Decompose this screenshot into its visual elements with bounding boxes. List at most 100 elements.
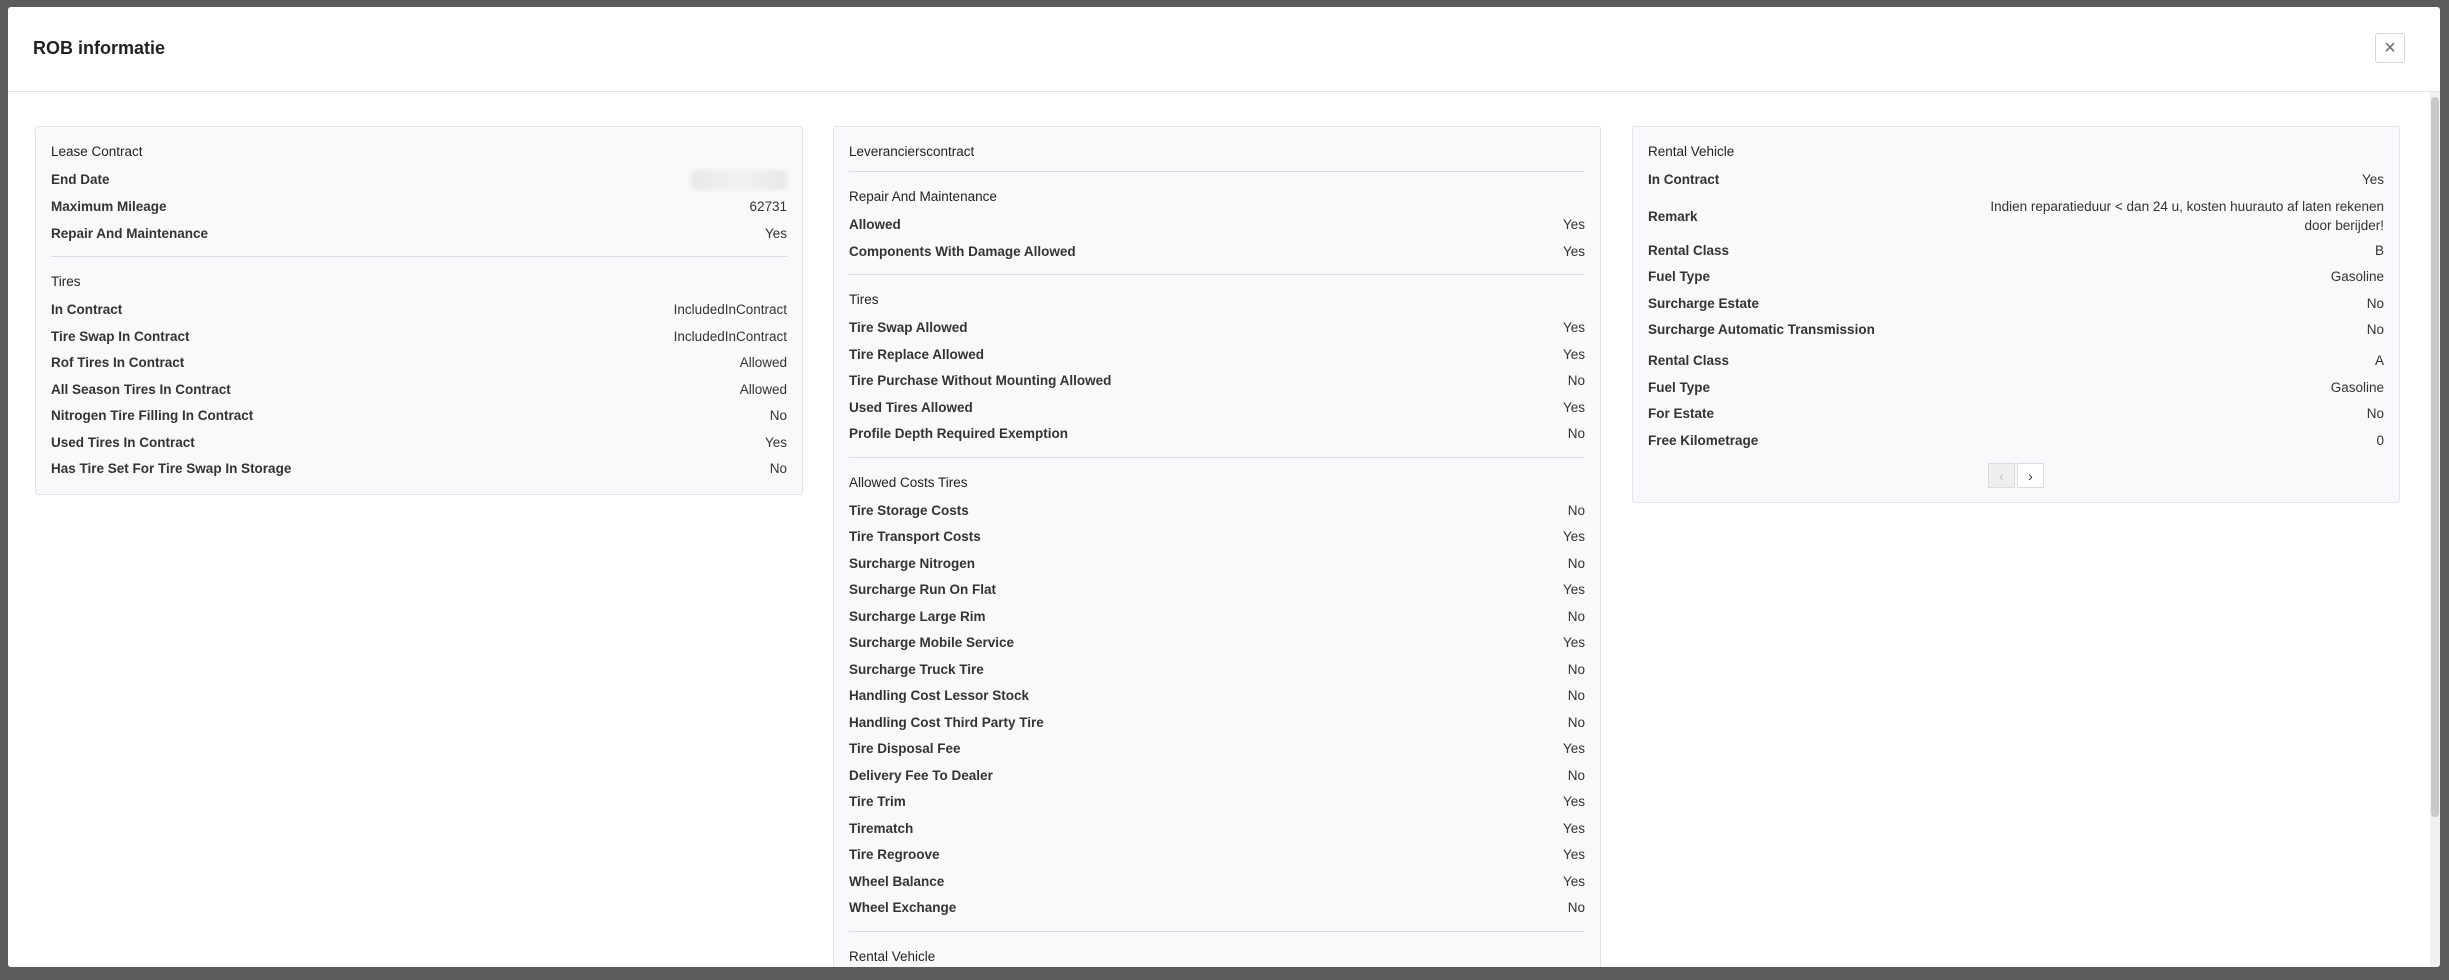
modal-header: ROB informatie × (8, 7, 2440, 92)
detail-row: Rental Class B (1648, 239, 2384, 266)
detail-row: Wheel Balance Yes (849, 870, 1585, 897)
row-label: Tire Storage Costs (849, 502, 969, 518)
row-value: Yes (1562, 741, 1585, 756)
tires-title: Tires (849, 292, 879, 307)
row-value: A (2374, 353, 2384, 368)
row-label: Surcharge Large Rim (849, 608, 986, 624)
row-label: Nitrogen Tire Filling In Contract (51, 408, 254, 423)
detail-row: Tire Replace Allowed Yes (849, 343, 1585, 370)
row-label: Tire Swap In Contract (51, 328, 190, 344)
detail-row: Repair And Maintenance Yes (51, 222, 787, 249)
detail-row: Has Tire Set For Tire Swap In Storage No (51, 457, 787, 484)
detail-row: Surcharge Truck Tire No (849, 658, 1585, 685)
detail-row: Surcharge Run On Flat Yes (849, 578, 1585, 605)
next-page-button[interactable]: › (2017, 463, 2044, 488)
detail-row: End Date (51, 168, 787, 195)
row-value: No (1567, 661, 1585, 677)
supplier-contract-panel: Leverancierscontract Repair And Maintena… (833, 126, 1601, 967)
row-label: Remark (1648, 208, 1698, 224)
row-value: No (1567, 555, 1585, 571)
tires-title: Tires (51, 274, 81, 289)
detail-row: Handling Cost Lessor Stock No (849, 684, 1585, 711)
row-value: Yes (1562, 320, 1585, 335)
row-label: Tirematch (849, 820, 914, 836)
detail-row: Tire Trim Yes (849, 790, 1585, 817)
row-label: Tire Transport Costs (849, 529, 981, 544)
redacted-value (691, 170, 787, 190)
row-label: In Contract (1648, 172, 1720, 187)
detail-row: Surcharge Nitrogen No (849, 552, 1585, 579)
row-label: Tire Swap Allowed (849, 320, 968, 335)
remark-value: Indien reparatieduur < dan 24 u, kosten … (1990, 198, 2384, 233)
row-label: Used Tires Allowed (849, 399, 973, 415)
row-label: Maximum Mileage (51, 199, 167, 214)
repair-maintenance-title: Repair And Maintenance (849, 189, 997, 204)
scrollbar-thumb[interactable] (2431, 97, 2439, 817)
row-value: No (1567, 608, 1585, 624)
close-button[interactable]: × (2375, 33, 2405, 63)
row-label: Repair And Maintenance (51, 225, 209, 241)
row-label: Rental Class (1648, 353, 1730, 368)
detail-row: Tire Transport Costs Yes (849, 525, 1585, 552)
close-icon: × (2384, 36, 2396, 59)
row-value: Yes (1562, 529, 1585, 544)
detail-row: Tire Regroove Yes (849, 843, 1585, 870)
detail-row: Nitrogen Tire Filling In Contract No (51, 404, 787, 431)
detail-row: Fuel Type Gasoline (1648, 265, 2384, 292)
detail-row: Tire Disposal Fee Yes (849, 737, 1585, 764)
lease-contract-panel: Lease Contract End Date Maximum Mileage … (35, 126, 803, 495)
row-value: No (1567, 688, 1585, 703)
divider (849, 930, 1585, 932)
row-label: Surcharge Automatic Transmission (1648, 322, 1875, 337)
modal-title: ROB informatie (33, 38, 166, 58)
allowed-costs-tires-title: Allowed Costs Tires (849, 474, 968, 490)
detail-row: In Contract IncludedInContract (51, 298, 787, 325)
detail-row: Tire Swap Allowed Yes (849, 316, 1585, 343)
row-value: No (769, 408, 787, 423)
divider (849, 274, 1585, 275)
row-value: No (1567, 373, 1585, 388)
pager: ‹ › (1648, 463, 2384, 488)
row-value: No (2366, 322, 2384, 337)
detail-row: Wheel Exchange No (849, 896, 1585, 923)
rob-info-modal: ROB informatie × Lease Contract End Date… (8, 7, 2440, 967)
detail-row: Surcharge Estate No (1648, 292, 2384, 319)
detail-row: Used Tires Allowed Yes (849, 396, 1585, 423)
row-label: Allowed (849, 217, 901, 232)
row-label: Free Kilometrage (1648, 432, 1759, 448)
row-value: Yes (1562, 399, 1585, 415)
row-label: Surcharge Estate (1648, 295, 1760, 311)
detail-row: Fuel Type Gasoline (1648, 376, 2384, 403)
row-label: Surcharge Nitrogen (849, 555, 976, 571)
chevron-right-icon: › (2028, 467, 2033, 484)
supplier-contract-title: Leverancierscontract (849, 144, 975, 159)
row-label: Tire Regroove (849, 847, 940, 862)
detail-row: Handling Cost Third Party Tire No (849, 711, 1585, 738)
row-value: No (1567, 714, 1585, 730)
row-label: Handling Cost Third Party Tire (849, 714, 1044, 730)
row-value: No (769, 461, 787, 476)
row-value: Yes (1562, 346, 1585, 362)
row-label: Used Tires In Contract (51, 434, 195, 450)
row-value: Yes (1562, 847, 1585, 862)
row-label: Wheel Exchange (849, 900, 957, 915)
row-value: Allowed (739, 355, 787, 370)
detail-row: In Contract Yes (1648, 168, 2384, 195)
divider (849, 171, 1585, 172)
row-label: Handling Cost Lessor Stock (849, 688, 1030, 703)
detail-row: Allowed Yes (849, 213, 1585, 240)
previous-page-button[interactable]: ‹ (1988, 463, 2015, 488)
detail-row: Surcharge Large Rim No (849, 605, 1585, 632)
row-label: In Contract (51, 302, 123, 317)
row-label: Profile Depth Required Exemption (849, 426, 1069, 441)
detail-row: Surcharge Mobile Service Yes (849, 631, 1585, 658)
detail-row: Rof Tires In Contract Allowed (51, 351, 787, 378)
row-value: No (2366, 295, 2384, 311)
detail-row: Profile Depth Required Exemption No (849, 422, 1585, 449)
row-value: No (1567, 502, 1585, 518)
detail-row: Tirematch Yes (849, 817, 1585, 844)
divider (849, 456, 1585, 458)
row-label: Delivery Fee To Dealer (849, 767, 993, 783)
row-value: No (1567, 767, 1585, 783)
detail-row: All Season Tires In Contract Allowed (51, 378, 787, 405)
